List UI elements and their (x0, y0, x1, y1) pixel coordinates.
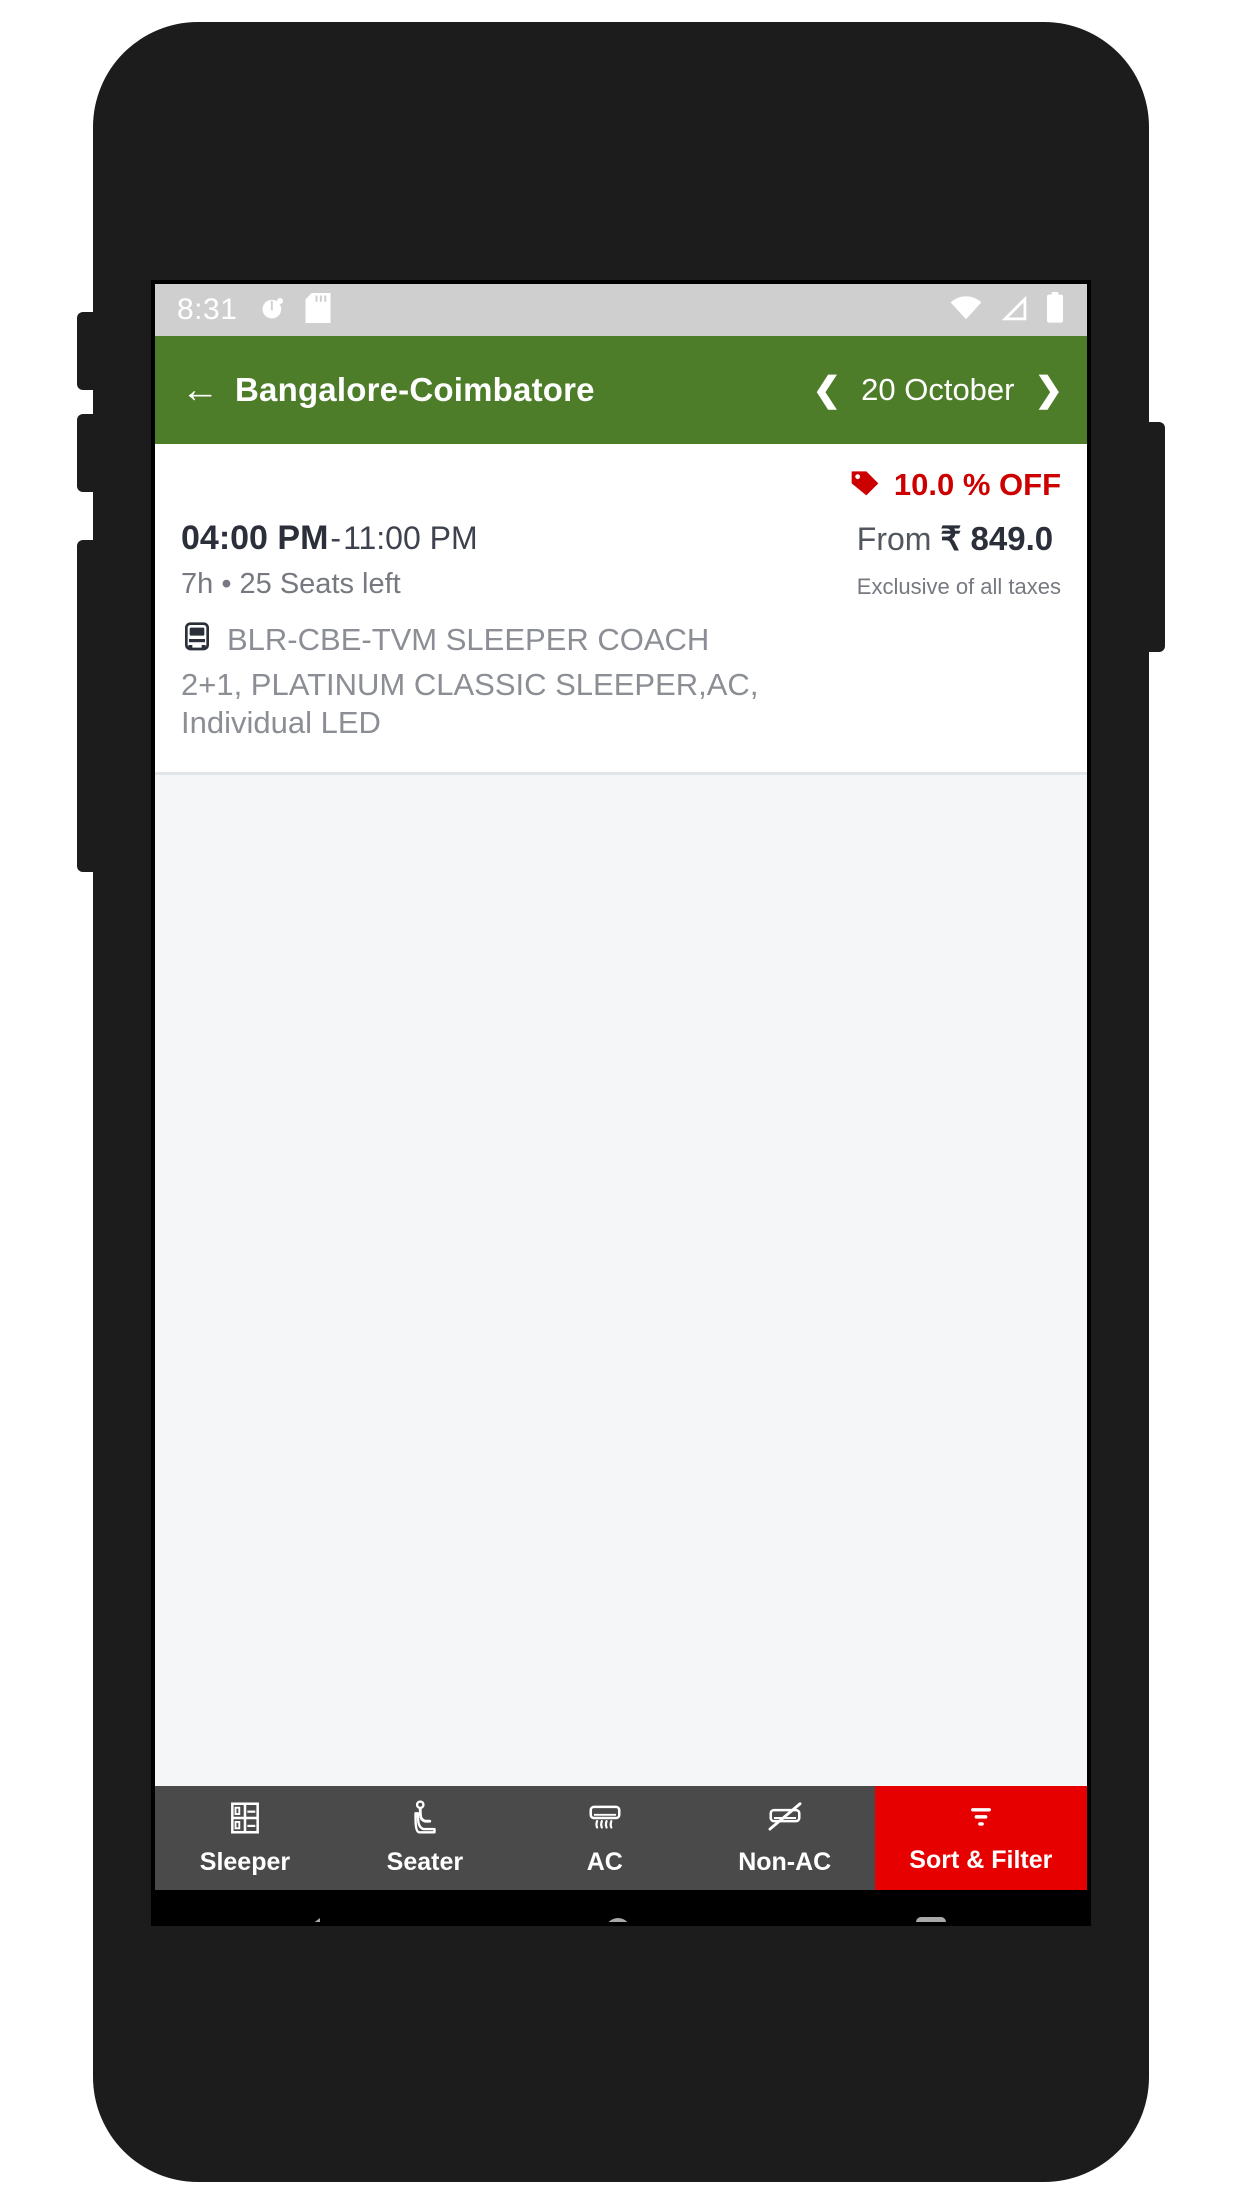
volume-up-button[interactable] (77, 312, 97, 390)
timing-block: 04:00 PM-11:00 PM 7h • 25 Seats left (181, 519, 478, 601)
sort-and-filter-button[interactable]: Sort & Filter (874, 1786, 1087, 1890)
filter-label-sort: Sort & Filter (909, 1846, 1053, 1874)
status-bar: 8:31 (155, 284, 1087, 336)
offer-badge: 10.0 % OFF (181, 466, 1061, 503)
cellular-signal-icon (999, 294, 1029, 327)
departure-time: 04:00 PM (181, 519, 329, 557)
selected-date[interactable]: 20 October (861, 372, 1014, 408)
filter-label-non-ac: Non-AC (738, 1848, 832, 1876)
filter-item-ac[interactable]: AC (515, 1786, 695, 1890)
duration-and-seats: 7h • 25 Seats left (181, 568, 401, 600)
nav-back-icon[interactable] (296, 1918, 321, 1922)
price-block: From ₹ 849.0 Exclusive of all taxes (857, 519, 1061, 600)
arrival-time: 11:00 PM (343, 520, 478, 556)
filter-item-seater[interactable]: Seater (335, 1786, 515, 1890)
operator-row: BLR-CBE-TVM SLEEPER COACH (181, 621, 1061, 658)
filter-label-ac: AC (586, 1848, 623, 1876)
air-conditioner-icon (586, 1799, 624, 1842)
chevron-right-icon[interactable]: ❯ (1035, 373, 1064, 407)
wifi-icon (949, 294, 983, 327)
chevron-left-icon[interactable]: ❮ (813, 373, 842, 407)
filter-label-sleeper: Sleeper (199, 1848, 291, 1876)
seat-icon (406, 1799, 444, 1842)
time-separator: - (330, 520, 342, 556)
results-list[interactable]: 10.0 % OFF 04:00 PM-11:00 PM 7h • 25 Sea… (155, 444, 1087, 1786)
bus-result-card[interactable]: 10.0 % OFF 04:00 PM-11:00 PM 7h • 25 Sea… (155, 444, 1087, 775)
app-bar: ← Bangalore-Coimbatore ❮ 20 October ❯ (155, 336, 1087, 444)
volume-down-button[interactable] (77, 414, 97, 492)
battery-icon (1045, 291, 1065, 329)
power-button[interactable] (1145, 422, 1165, 652)
bus-icon (181, 621, 213, 658)
air-conditioner-off-icon (766, 1799, 804, 1842)
bus-amenities: 2+1, PLATINUM CLASSIC SLEEPER,AC, Indivi… (181, 667, 759, 740)
back-arrow-icon[interactable]: ← (181, 371, 219, 409)
price-prefix: From (856, 521, 932, 557)
nav-home-icon[interactable] (602, 1918, 633, 1922)
price-row: From ₹ 849.0 (857, 519, 1061, 558)
filter-funnel-icon (964, 1801, 998, 1840)
sd-card-icon (305, 292, 331, 328)
filter-item-non-ac[interactable]: Non-AC (695, 1786, 875, 1890)
status-clock: 8:31 (177, 293, 238, 326)
price-tag-icon (848, 466, 882, 503)
filter-label-seater: Seater (386, 1848, 464, 1876)
filter-item-sleeper[interactable]: Sleeper (155, 1786, 335, 1890)
android-nav-bar (155, 1890, 1087, 1922)
currency-symbol: ₹ (940, 520, 962, 557)
filter-bar: Sleeper Seater AC Non-AC Sort & Filter (155, 1786, 1087, 1890)
mute-switch-button[interactable] (77, 540, 97, 872)
price-amount: 849.0 (970, 520, 1054, 557)
operator-name: BLR-CBE-TVM SLEEPER COACH (227, 621, 710, 657)
status-left-icons (259, 292, 331, 328)
journey-times: 04:00 PM-11:00 PM (181, 519, 478, 558)
offer-label: 10.0 % OFF (893, 466, 1061, 502)
date-selector: ❮ 20 October ❯ (813, 372, 1063, 408)
tax-note: Exclusive of all taxes (856, 574, 1061, 599)
card-primary-row: 04:00 PM-11:00 PM 7h • 25 Seats left Fro… (181, 519, 1061, 601)
nav-recents-icon[interactable] (915, 1917, 946, 1922)
route-title: Bangalore-Coimbatore (235, 371, 595, 408)
alarm-icon (259, 294, 287, 327)
status-right-icons (949, 291, 1065, 329)
phone-frame: 8:31 ← Bangalore-Coimbatore ❮ 20 October… (77, 22, 1165, 2182)
phone-screen: 8:31 ← Bangalore-Coimbatore ❮ 20 October… (151, 280, 1091, 1926)
sleeper-berth-icon (226, 1799, 264, 1842)
